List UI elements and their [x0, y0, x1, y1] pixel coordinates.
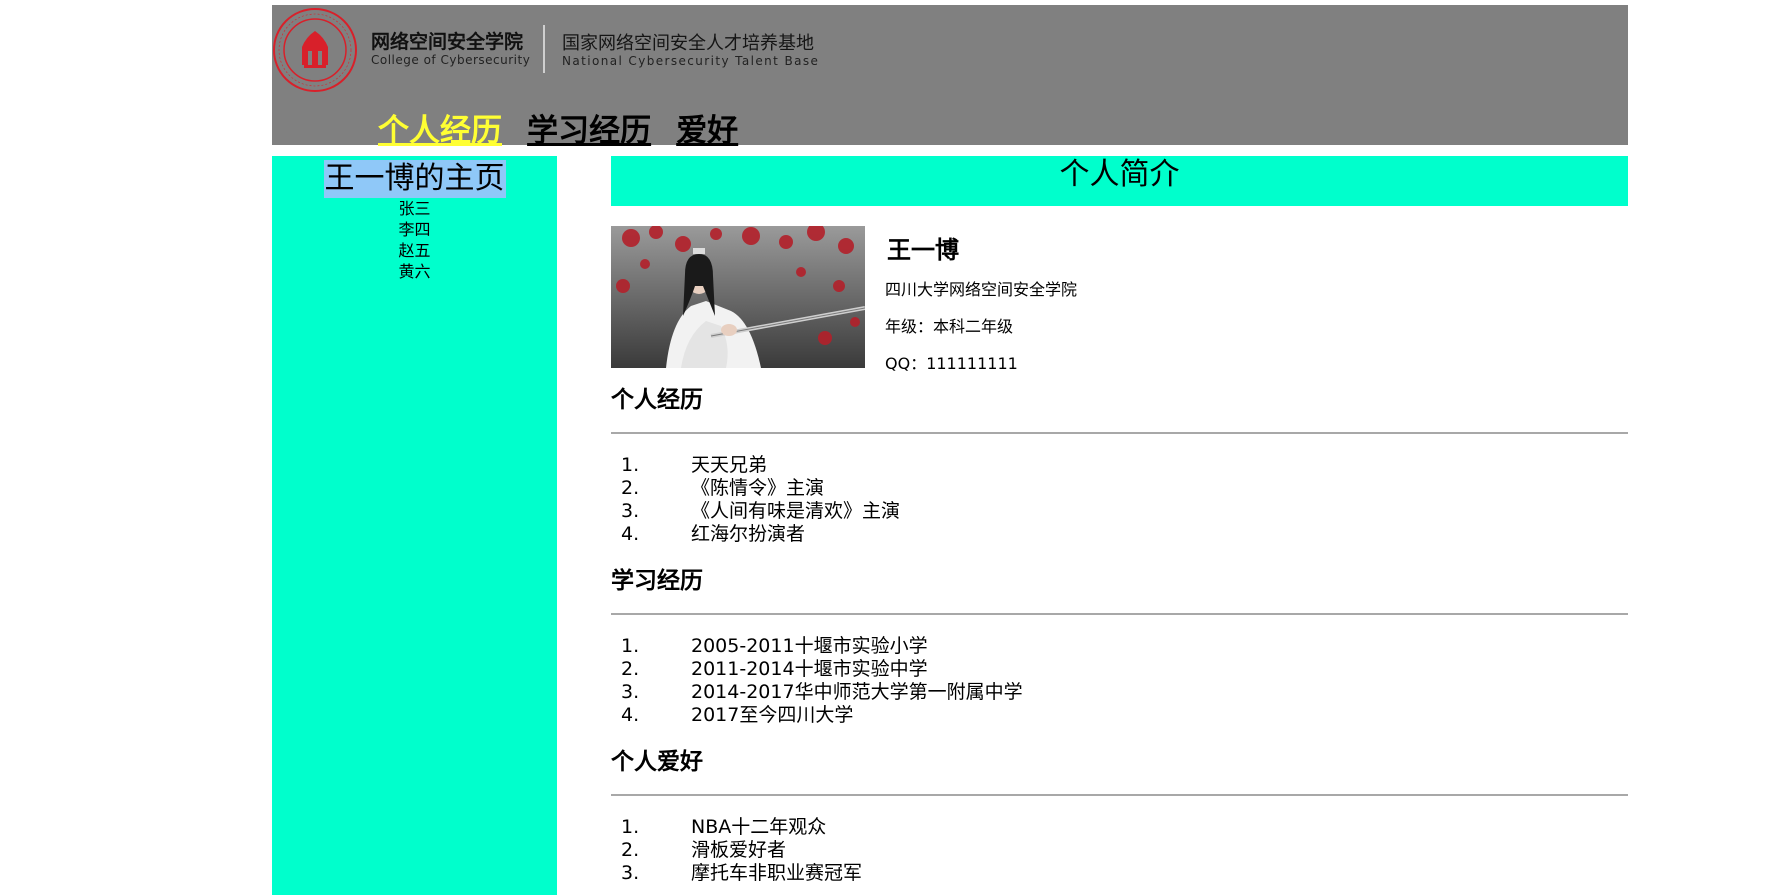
list-item-text: 红海尔扮演者 — [691, 523, 806, 545]
list-item-number: 2. — [621, 658, 640, 680]
profile-school: 四川大学网络空间安全学院 — [885, 280, 1078, 299]
list-item-text: 天天兄弟 — [691, 454, 768, 476]
list-item-number: 3. — [621, 500, 640, 522]
page: 网络空间安全学院 College of Cybersecurity 国家网络空间… — [272, 5, 1628, 895]
list-item-number: 4. — [621, 704, 640, 726]
college-name-en: College of Cybersecurity — [371, 53, 531, 67]
list-item-text: 2014-2017华中师范大学第一附属中学 — [691, 681, 1023, 703]
list-item-number: 2. — [621, 839, 640, 861]
list-item: 3. 2014-2017华中师范大学第一附属中学 — [611, 681, 1628, 704]
profile-card: 王一博 四川大学网络空间安全学院 年级：本科二年级 QQ：111111111 — [611, 206, 1628, 376]
list-item: 4. 2017至今四川大学 — [611, 704, 1628, 727]
list-item: 3. 摩托车非职业赛冠军 — [611, 862, 1628, 885]
list-item-text: 摩托车非职业赛冠军 — [691, 862, 863, 884]
section-divider — [611, 794, 1628, 796]
sidebar-list: 张三 李四 赵五 黄六 — [272, 198, 557, 282]
list-item-number: 1. — [621, 635, 640, 657]
list-item: 2. 《陈情令》主演 — [611, 477, 1628, 500]
list-item: 3. 《人间有味是清欢》主演 — [611, 500, 1628, 523]
list-item-text: 2017至今四川大学 — [691, 704, 854, 726]
college-name-cn: 网络空间安全学院 — [371, 31, 524, 53]
section-title-study-experience: 学习经历 — [611, 568, 703, 594]
top-nav: 个人经历 学习经历 爱好 — [378, 105, 758, 150]
list-item: 2. 滑板爱好者 — [611, 839, 1628, 862]
nav-link-personal-experience[interactable]: 个人经历 — [378, 113, 502, 149]
list-item-number: 1. — [621, 454, 640, 476]
list-item-number: 3. — [621, 862, 640, 884]
sidebar-title: 王一博的主页 — [323, 160, 506, 198]
list-item-text: 《陈情令》主演 — [691, 477, 825, 499]
section-divider — [611, 613, 1628, 615]
personal-experience-list: 1. 天天兄弟 2. 《陈情令》主演 3. 《人间有味是清欢》主演 4. 红海尔扮演者 — [611, 454, 1628, 546]
main-content: 个人简介 王一博 四川大学网络空间安全学院 年级：本科二年级 QQ：111111… — [611, 156, 1628, 895]
sidebar-item[interactable]: 黄六 — [272, 261, 557, 282]
profile-name: 王一博 — [887, 236, 959, 264]
sidebar: 王一博的主页 张三 李四 赵五 黄六 — [272, 156, 557, 895]
list-item-number: 4. — [621, 523, 640, 545]
list-item-text: 《人间有味是清欢》主演 — [691, 500, 901, 522]
talent-base-name-cn: 国家网络空间安全人才培养基地 — [562, 33, 814, 54]
profile-grade: 年级：本科二年级 — [885, 317, 1014, 336]
sidebar-item[interactable]: 赵五 — [272, 240, 557, 261]
list-item: 1. NBA十二年观众 — [611, 816, 1628, 839]
list-item-text: 2005-2011十堰市实验小学 — [691, 635, 928, 657]
nav-link-hobbies[interactable]: 爱好 — [676, 113, 738, 149]
list-item-text: 滑板爱好者 — [691, 839, 787, 861]
section-title-hobbies: 个人爱好 — [611, 749, 703, 775]
site-header: 网络空间安全学院 College of Cybersecurity 国家网络空间… — [272, 5, 1628, 149]
section-divider — [611, 432, 1628, 434]
list-item-number: 2. — [621, 477, 640, 499]
sidebar-item[interactable]: 张三 — [272, 198, 557, 219]
profile-qq: QQ：111111111 — [885, 354, 1018, 373]
section-title-personal-experience: 个人经历 — [611, 387, 703, 413]
talent-base-name-en: National Cybersecurity Talent Base — [562, 54, 820, 68]
sidebar-item[interactable]: 李四 — [272, 219, 557, 240]
list-item-number: 1. — [621, 816, 640, 838]
profile-banner: 个人简介 — [611, 156, 1628, 206]
study-experience-list: 1. 2005-2011十堰市实验小学 2. 2011-2014十堰市实验中学 3.… — [611, 635, 1628, 727]
list-item: 1. 天天兄弟 — [611, 454, 1628, 477]
list-item: 1. 2005-2011十堰市实验小学 — [611, 635, 1628, 658]
hobbies-list: 1. NBA十二年观众 2. 滑板爱好者 3. 摩托车非职业赛冠军 — [611, 816, 1628, 885]
list-item-number: 3. — [621, 681, 640, 703]
list-item: 4. 红海尔扮演者 — [611, 523, 1628, 546]
university-seal-icon — [273, 8, 357, 92]
list-item: 2. 2011-2014十堰市实验中学 — [611, 658, 1628, 681]
list-item-text: 2011-2014十堰市实验中学 — [691, 658, 928, 680]
profile-photo — [611, 226, 865, 368]
nav-link-study-experience[interactable]: 学习经历 — [527, 113, 651, 149]
list-item-text: NBA十二年观众 — [691, 816, 827, 838]
logo-divider — [543, 25, 545, 73]
